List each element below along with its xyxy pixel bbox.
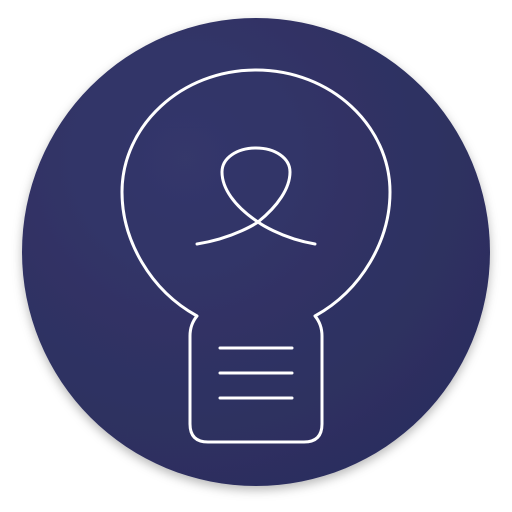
badge-circle bbox=[22, 18, 490, 486]
app-icon bbox=[0, 0, 512, 512]
app-icon-graphic bbox=[22, 18, 490, 486]
